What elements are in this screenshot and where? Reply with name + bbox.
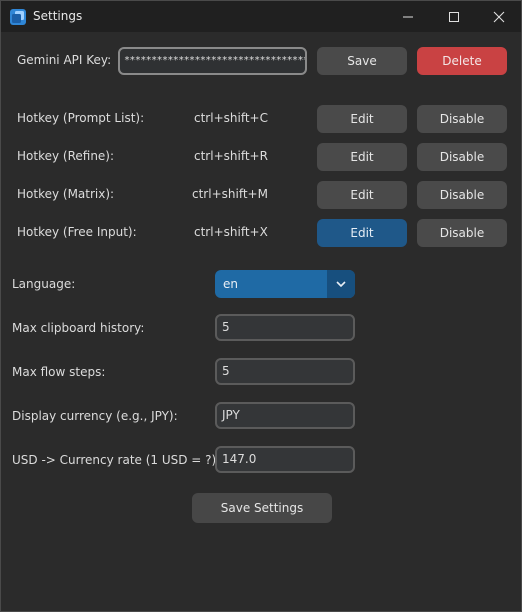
hotkey-free-input-label: Hotkey (Free Input): <box>17 225 137 239</box>
disable-hotkey-matrix-button[interactable]: Disable <box>417 181 507 209</box>
close-button[interactable] <box>476 1 522 32</box>
display-currency-input[interactable]: JPY <box>215 402 355 429</box>
hotkey-prompt-list-value: ctrl+shift+C <box>194 111 268 125</box>
hotkey-prompt-list-label: Hotkey (Prompt List): <box>17 111 145 125</box>
api-key-label: Gemini API Key: <box>17 53 112 67</box>
clipboard-history-input[interactable]: 5 <box>215 314 355 341</box>
language-dropdown[interactable]: en <box>215 270 355 298</box>
disable-hotkey-prompt-list-button[interactable]: Disable <box>417 105 507 133</box>
minimize-button[interactable] <box>385 1 431 32</box>
currency-rate-label: USD -> Currency rate (1 USD = ?) <box>12 453 217 467</box>
flow-steps-label: Max flow steps: <box>12 365 106 379</box>
title-bar: Settings <box>1 1 521 32</box>
minimize-icon <box>403 16 413 17</box>
language-dropdown-arrow[interactable] <box>327 270 355 298</box>
disable-hotkey-refine-button[interactable]: Disable <box>417 143 507 171</box>
language-selected-value: en <box>223 277 238 291</box>
hotkey-refine-value: ctrl+shift+R <box>194 149 268 163</box>
hotkey-refine-label: Hotkey (Refine): <box>17 149 115 163</box>
edit-hotkey-refine-button[interactable]: Edit <box>317 143 407 171</box>
window-title: Settings <box>33 9 83 23</box>
save-settings-button[interactable]: Save Settings <box>192 493 332 523</box>
chevron-down-icon <box>336 281 346 287</box>
delete-api-key-button[interactable]: Delete <box>417 47 507 75</box>
edit-hotkey-matrix-button[interactable]: Edit <box>317 181 407 209</box>
hotkey-matrix-label: Hotkey (Matrix): <box>17 187 115 201</box>
edit-hotkey-prompt-list-button[interactable]: Edit <box>317 105 407 133</box>
currency-rate-input[interactable]: 147.0 <box>215 446 355 473</box>
edit-hotkey-free-input-button[interactable]: Edit <box>317 219 407 247</box>
app-icon <box>10 9 26 25</box>
display-currency-label: Display currency (e.g., JPY): <box>12 409 178 423</box>
hotkey-matrix-value: ctrl+shift+M <box>192 187 268 201</box>
maximize-icon <box>449 11 459 22</box>
clipboard-history-label: Max clipboard history: <box>12 321 145 335</box>
flow-steps-input[interactable]: 5 <box>215 358 355 385</box>
save-api-key-button[interactable]: Save <box>317 47 407 75</box>
api-key-input[interactable]: **************************************** <box>118 47 307 75</box>
settings-window: Settings Gemini API Key: ***************… <box>0 0 522 612</box>
close-icon <box>493 11 505 22</box>
disable-hotkey-free-input-button[interactable]: Disable <box>417 219 507 247</box>
language-label: Language: <box>12 277 76 291</box>
maximize-button[interactable] <box>431 1 477 32</box>
hotkey-free-input-value: ctrl+shift+X <box>194 225 268 239</box>
